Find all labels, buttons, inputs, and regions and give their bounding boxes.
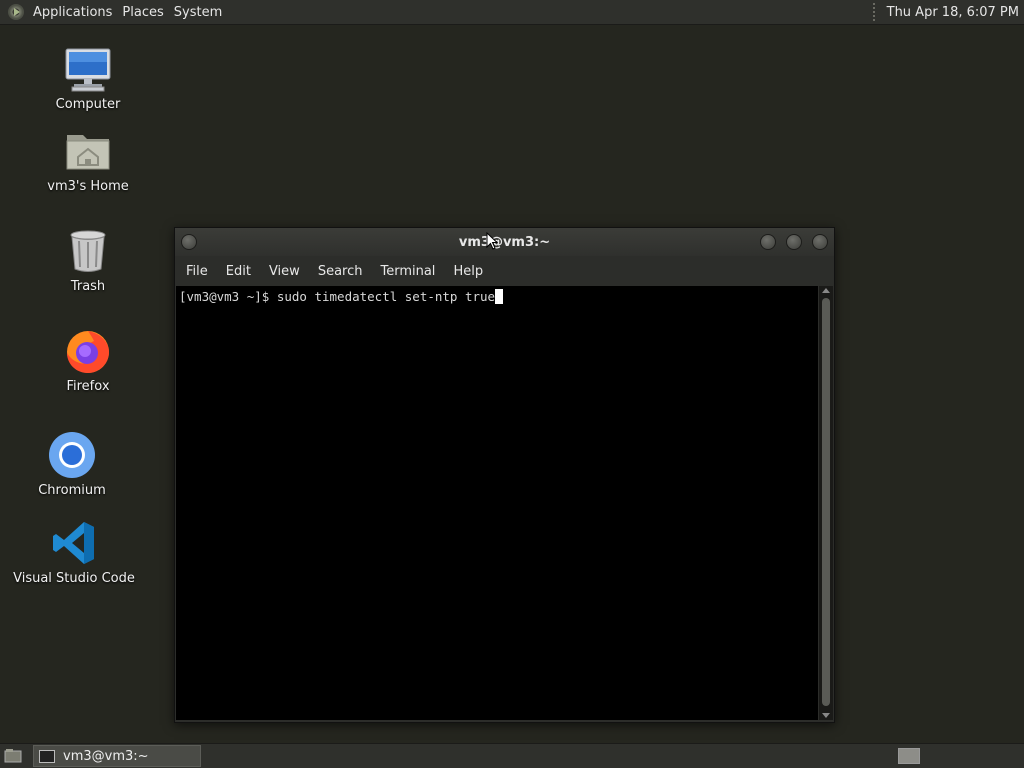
window-menu-button[interactable] bbox=[181, 234, 197, 250]
window-title: vm3@vm3:~ bbox=[458, 234, 551, 250]
window-titlebar[interactable]: vm3@vm3:~ bbox=[175, 228, 834, 256]
desktop-icon-trash[interactable]: Trash bbox=[18, 227, 158, 294]
scroll-down-arrow-icon[interactable] bbox=[822, 713, 830, 718]
desktop-icon-computer[interactable]: Computer bbox=[18, 45, 158, 112]
trash-icon bbox=[64, 227, 112, 275]
menu-terminal[interactable]: Terminal bbox=[371, 264, 444, 279]
typed-command: sudo timedatectl set-ntp true bbox=[276, 289, 496, 304]
menu-view[interactable]: View bbox=[260, 264, 309, 279]
terminal-icon bbox=[39, 749, 55, 763]
home-folder-icon bbox=[64, 127, 112, 175]
main-menu: Applications Places System bbox=[0, 0, 227, 24]
menu-search[interactable]: Search bbox=[309, 264, 372, 279]
menu-places[interactable]: Places bbox=[117, 0, 168, 24]
terminal-scrollbar[interactable] bbox=[819, 286, 833, 720]
clock[interactable]: Thu Apr 18, 6:07 PM bbox=[887, 5, 1024, 20]
vscode-icon bbox=[50, 519, 98, 567]
computer-icon bbox=[64, 45, 112, 93]
desktop-icon-label: Visual Studio Code bbox=[13, 571, 135, 586]
text-cursor bbox=[495, 289, 504, 304]
terminal-menubar: File Edit View Search Terminal Help bbox=[175, 256, 834, 286]
close-button[interactable] bbox=[812, 234, 828, 250]
mouse-pointer-icon bbox=[486, 232, 498, 250]
desktop-icon-home[interactable]: vm3's Home bbox=[18, 127, 158, 194]
menu-file[interactable]: File bbox=[177, 264, 217, 279]
desktop-icon-label: Chromium bbox=[38, 483, 106, 498]
shell-prompt: [vm3@vm3 ~]$ bbox=[179, 289, 277, 304]
scroll-up-arrow-icon[interactable] bbox=[822, 288, 830, 293]
desktop-icon-chromium[interactable]: Chromium bbox=[2, 431, 142, 498]
menu-applications[interactable]: Applications bbox=[28, 0, 117, 24]
desktop-icon-label: Computer bbox=[55, 97, 121, 112]
chromium-icon bbox=[48, 431, 96, 479]
maximize-button[interactable] bbox=[786, 234, 802, 250]
applications-logo-icon[interactable] bbox=[8, 4, 24, 20]
workspace-switcher[interactable] bbox=[898, 748, 920, 764]
bottom-panel: vm3@vm3:~ bbox=[0, 743, 1024, 768]
terminal-output[interactable]: [vm3@vm3 ~]$ sudo timedatectl set-ntp tr… bbox=[176, 286, 818, 720]
desktop-icon-label: vm3's Home bbox=[47, 179, 129, 194]
menu-edit[interactable]: Edit bbox=[217, 264, 260, 279]
desktop-icon-label: Trash bbox=[70, 279, 106, 294]
scrollbar-thumb[interactable] bbox=[822, 298, 830, 706]
minimize-button[interactable] bbox=[760, 234, 776, 250]
firefox-icon bbox=[64, 327, 112, 375]
taskbar-button-terminal[interactable]: vm3@vm3:~ bbox=[33, 745, 201, 767]
menu-system[interactable]: System bbox=[169, 0, 227, 24]
taskbar-label: vm3@vm3:~ bbox=[63, 748, 149, 764]
menu-help[interactable]: Help bbox=[444, 264, 492, 279]
desktop-icon-vscode[interactable]: Visual Studio Code bbox=[4, 519, 144, 586]
show-desktop-icon[interactable] bbox=[3, 747, 23, 765]
top-panel: Applications Places System Thu Apr 18, 6… bbox=[0, 0, 1024, 25]
desktop-icon-label: Firefox bbox=[66, 379, 110, 394]
desktop-icon-firefox[interactable]: Firefox bbox=[18, 327, 158, 394]
panel-handle[interactable] bbox=[872, 3, 879, 21]
panel-tray: Thu Apr 18, 6:07 PM bbox=[872, 0, 1024, 24]
terminal-window: vm3@vm3:~ File Edit View Search Terminal… bbox=[174, 227, 835, 723]
